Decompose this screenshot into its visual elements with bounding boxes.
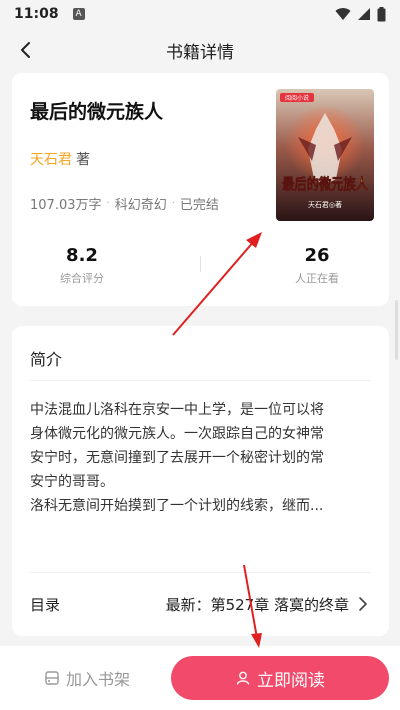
readers-label: 人正在看	[295, 272, 339, 285]
intro-heading: 简介	[30, 350, 63, 369]
bookshelf-icon	[45, 671, 59, 685]
table-of-contents-row[interactable]: 目录 最新：第527章 落寞的终章	[12, 582, 389, 626]
add-to-shelf-button[interactable]: 加入书架	[12, 656, 162, 700]
author-name[interactable]: 天石君	[30, 152, 72, 168]
book-cover[interactable]: 阅阅小说 最后的微元族人 天石君◎著	[276, 89, 374, 221]
chevron-right-icon	[359, 597, 367, 611]
scrollbar[interactable]	[395, 300, 398, 360]
readers-value: 26	[304, 245, 330, 266]
intro-line: 安宁时，无意间撞到了去展开一个秘密计划的常	[30, 450, 324, 466]
author-row: 天石君著	[30, 149, 90, 169]
battery-icon	[377, 6, 386, 21]
rating-label: 综合评分	[60, 272, 104, 285]
app-bar: 书籍详情	[0, 30, 400, 70]
stat-divider	[200, 256, 201, 272]
status-icons	[335, 6, 386, 22]
book-genre: 科幻奇幻	[114, 198, 167, 213]
page-title: 书籍详情	[166, 42, 234, 63]
notification-icon: A	[72, 8, 85, 20]
back-arrow-icon	[21, 42, 30, 58]
read-now-label: 立即阅读	[257, 670, 325, 691]
intro-line: 安宁的哥哥。	[30, 474, 114, 490]
intro-line: 中法混血儿洛科在京安一中上学，是一位可以将	[30, 402, 324, 418]
readers-stat: 26 人正在看	[262, 245, 372, 286]
back-button[interactable]	[14, 38, 38, 62]
status-time: 11:08	[14, 6, 59, 22]
word-count: 107.03万字	[30, 198, 102, 213]
intro-line: 身体微元化的微元族人。一次跟踪自己的女神常	[30, 426, 324, 442]
latest-chapter: 最新：第527章 落寞的终章	[165, 595, 349, 614]
read-now-button[interactable]: 立即阅读	[171, 656, 389, 700]
rating-stat: 8.2 综合评分	[27, 245, 137, 286]
reader-icon	[236, 671, 250, 685]
book-info-card: 最后的微元族人 天石君著 107.03万字 · 科幻奇幻 · 已完结 阅阅小说 …	[12, 73, 389, 306]
cover-author: 天石君◎著	[308, 200, 342, 209]
intro-line: 洛科无意间开始摸到了一个计划的线索，继而...	[30, 498, 324, 514]
rating-value: 8.2	[66, 245, 98, 266]
cover-title: 最后的微元族人	[282, 175, 369, 193]
author-suffix: 著	[76, 152, 90, 168]
divider	[30, 380, 371, 381]
book-meta: 107.03万字 · 科幻奇幻 · 已完结	[30, 194, 219, 213]
meta-separator: ·	[171, 198, 175, 209]
intro-text[interactable]: 中法混血儿洛科在京安一中上学，是一位可以将 身体微元化的微元族人。一次跟踪自己的…	[30, 398, 375, 518]
meta-separator: ·	[106, 198, 110, 209]
book-status: 已完结	[179, 198, 219, 213]
wifi-icon	[335, 8, 351, 20]
divider	[30, 572, 371, 573]
signal-icon	[358, 8, 370, 20]
book-title: 最后的微元族人	[30, 101, 164, 123]
status-bar: 11:08 A	[0, 0, 400, 28]
bottom-action-bar: 加入书架 立即阅读	[0, 646, 400, 710]
toc-label: 目录	[30, 595, 61, 614]
cover-publisher: 阅阅小说	[285, 94, 309, 102]
intro-card: 简介 中法混血儿洛科在京安一中上学，是一位可以将 身体微元化的微元族人。一次跟踪…	[12, 326, 389, 636]
add-to-shelf-label: 加入书架	[65, 670, 130, 689]
